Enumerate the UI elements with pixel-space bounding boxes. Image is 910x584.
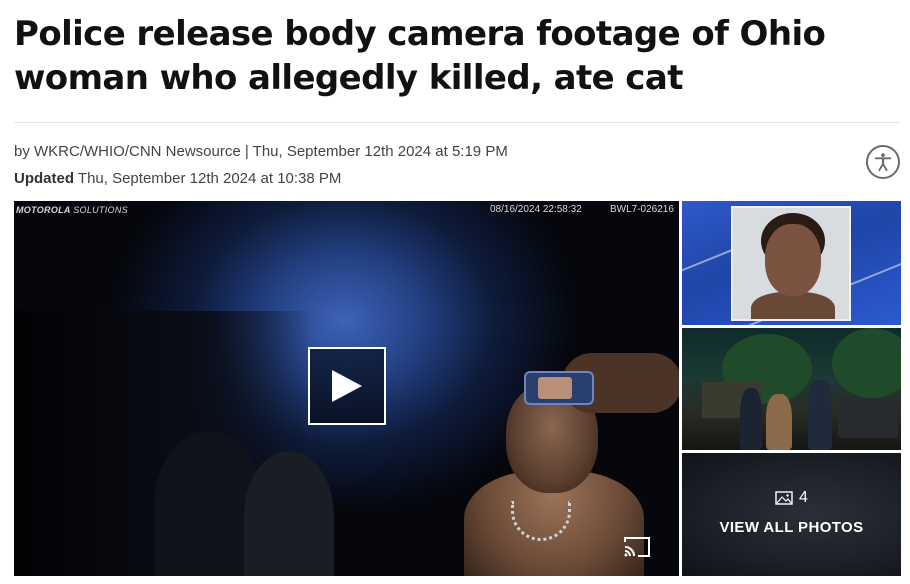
video-player[interactable]: MOTOROLA SOLUTIONS 08/16/2024 22:58:32 B… [14, 201, 679, 576]
bodycam-timestamp: 08/16/2024 22:58:32 [490, 204, 582, 215]
article-headline: Police release body camera footage of Oh… [14, 14, 826, 98]
accessibility-icon [874, 153, 892, 172]
photo-count-value: 4 [799, 489, 808, 506]
gallery-thumbnail-bodycam[interactable] [682, 328, 901, 450]
bodycam-id: BWL7-026216 [610, 204, 674, 215]
view-all-photos-label: VIEW ALL PHOTOS [719, 519, 864, 536]
article-updated: Updated Thu, September 12th 2024 at 10:3… [14, 170, 341, 187]
photo-count: 4 [775, 489, 808, 507]
officer-silhouette [244, 451, 334, 576]
gallery-thumbnail-mugshot[interactable] [682, 201, 901, 325]
play-button[interactable] [308, 347, 386, 425]
cast-icon [624, 537, 650, 557]
bodycam-brand-overlay: MOTOROLA SOLUTIONS [16, 205, 128, 215]
view-all-photos-button[interactable]: 4 VIEW ALL PHOTOS [682, 453, 901, 576]
image-icon [775, 491, 793, 505]
play-icon [332, 370, 362, 402]
camera-screen [538, 377, 572, 399]
updated-label: Updated [14, 170, 74, 187]
cast-button[interactable] [623, 536, 651, 558]
accessibility-button[interactable] [866, 145, 900, 179]
divider [14, 122, 900, 123]
updated-timestamp: Thu, September 12th 2024 at 10:38 PM [77, 170, 342, 187]
mugshot-photo [731, 206, 851, 321]
article-byline: by WKRC/WHIO/CNN Newsource | Thu, Septem… [14, 143, 508, 160]
